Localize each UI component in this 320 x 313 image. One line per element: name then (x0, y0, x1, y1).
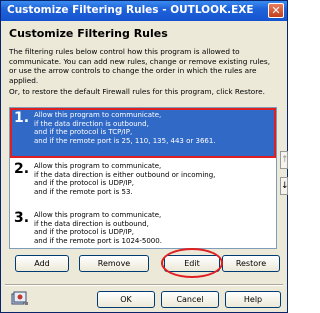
rule-description: Allow this program to communicate, if th… (34, 211, 162, 246)
edit-highlight-oval (161, 248, 223, 278)
ok-button[interactable]: OK (97, 291, 155, 308)
restore-instructions: Or, to restore the default Firewall rule… (9, 87, 265, 96)
cancel-button[interactable]: Cancel (161, 291, 219, 308)
remove-button[interactable]: Remove (79, 255, 149, 272)
help-book-icon[interactable] (11, 290, 29, 306)
restore-button[interactable]: Restore (222, 255, 280, 272)
rule-number: 3. (14, 210, 30, 226)
rule-line: Allow this program to communicate, (34, 211, 162, 219)
title-bar[interactable]: Customize Filtering Rules - OUTLOOK.EXE … (1, 1, 287, 21)
rule-line: Allow this program to communicate, (34, 162, 162, 170)
add-button[interactable]: Add (15, 255, 69, 272)
rule-description: Allow this program to communicate, if th… (34, 162, 215, 197)
help-button[interactable]: Help (225, 291, 281, 308)
dialog-heading: Customize Filtering Rules (9, 27, 168, 40)
rule-line: and if the protocol is UDP/IP, (34, 228, 134, 237)
rule-line: and if the protocol is UDP/IP, (34, 179, 134, 188)
close-button[interactable]: ✕ (268, 3, 284, 18)
rule-number: 2. (14, 161, 30, 177)
rule-line: if the data direction is either outbound… (34, 170, 216, 179)
footer-separator (5, 284, 283, 286)
move-up-button[interactable]: ↑ (280, 151, 289, 169)
rule-line: and if the remote port is 53. (34, 188, 133, 197)
rule-item-2[interactable]: 2. Allow this program to communicate, if… (12, 161, 274, 205)
rule-line: and if the remote port is 1024-5000. (34, 237, 162, 246)
window-title: Customize Filtering Rules - OUTLOOK.EXE (7, 4, 254, 16)
description-text: The filtering rules below control how th… (9, 47, 271, 85)
customize-filtering-rules-dialog: Customize Filtering Rules - OUTLOOK.EXE … (0, 0, 289, 313)
selected-rule-highlight (10, 108, 276, 158)
move-down-button[interactable]: ↓ (280, 177, 289, 195)
rule-line: if the data direction is outbound, (34, 219, 149, 228)
rule-item-3[interactable]: 3. Allow this program to communicate, if… (12, 210, 274, 248)
